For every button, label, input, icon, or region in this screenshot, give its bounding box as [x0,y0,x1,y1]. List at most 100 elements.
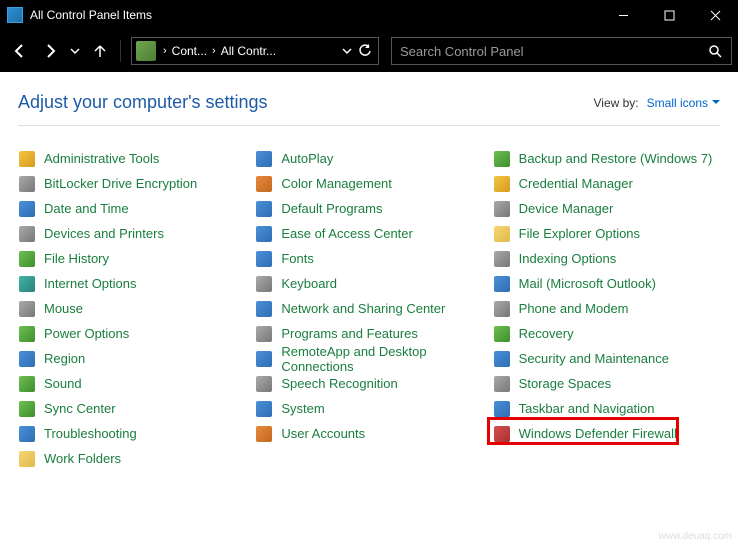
item-label: Phone and Modem [519,301,629,316]
item-label: Windows Defender Firewall [519,426,677,441]
close-button[interactable] [692,0,738,30]
back-button[interactable] [6,37,34,65]
control-panel-item[interactable]: Troubleshooting [18,421,245,446]
search-box[interactable] [391,37,732,65]
item-icon [255,250,273,268]
control-panel-item[interactable]: Taskbar and Navigation [493,396,720,421]
view-by-control: View by: Small icons [594,96,721,110]
control-panel-item[interactable]: System [255,396,482,421]
control-panel-item[interactable]: BitLocker Drive Encryption [18,171,245,196]
control-panel-item[interactable]: Work Folders [18,446,245,471]
control-panel-item[interactable]: Indexing Options [493,246,720,271]
breadcrumb-all-items[interactable]: All Contr... [219,44,278,58]
maximize-button[interactable] [646,0,692,30]
control-panel-item[interactable]: Sound [18,371,245,396]
control-panel-item[interactable]: Administrative Tools [18,146,245,171]
item-icon [493,275,511,293]
control-panel-item[interactable]: Storage Spaces [493,371,720,396]
item-icon [493,200,511,218]
control-panel-item[interactable]: Devices and Printers [18,221,245,246]
search-icon[interactable] [699,44,731,58]
item-label: Taskbar and Navigation [519,401,655,416]
control-panel-item[interactable]: File Explorer Options [493,221,720,246]
control-panel-item[interactable]: Network and Sharing Center [255,296,482,321]
control-panel-item[interactable]: Speech Recognition [255,371,482,396]
control-panel-item[interactable]: Mail (Microsoft Outlook) [493,271,720,296]
control-panel-item[interactable]: Region [18,346,245,371]
control-panel-item[interactable]: Backup and Restore (Windows 7) [493,146,720,171]
control-panel-item[interactable]: Color Management [255,171,482,196]
item-icon [18,150,36,168]
item-icon [255,150,273,168]
item-label: Default Programs [281,201,382,216]
view-by-value: Small icons [647,96,708,110]
item-label: Programs and Features [281,326,418,341]
item-label: Speech Recognition [281,376,397,391]
control-panel-item[interactable]: File History [18,246,245,271]
control-panel-item[interactable]: Windows Defender Firewall [493,421,720,446]
item-label: Internet Options [44,276,137,291]
item-label: BitLocker Drive Encryption [44,176,197,191]
control-panel-item[interactable]: Ease of Access Center [255,221,482,246]
item-label: Administrative Tools [44,151,159,166]
item-label: Backup and Restore (Windows 7) [519,151,713,166]
control-panel-item[interactable]: Mouse [18,296,245,321]
item-icon [18,175,36,193]
control-panel-item[interactable]: Security and Maintenance [493,346,720,371]
item-label: Work Folders [44,451,121,466]
control-panel-item[interactable]: Fonts [255,246,482,271]
control-panel-item[interactable]: AutoPlay [255,146,482,171]
item-label: Devices and Printers [44,226,164,241]
control-panel-item[interactable]: Sync Center [18,396,245,421]
control-panel-item[interactable]: Internet Options [18,271,245,296]
breadcrumb-chevron-icon[interactable]: › [209,45,219,57]
control-panel-item[interactable]: Device Manager [493,196,720,221]
item-icon [255,375,273,393]
control-panel-item[interactable]: Keyboard [255,271,482,296]
nav-separator [120,40,121,62]
item-label: Network and Sharing Center [281,301,445,316]
search-input[interactable] [392,44,699,59]
item-icon [255,225,273,243]
item-icon [255,275,273,293]
control-panel-item[interactable]: Default Programs [255,196,482,221]
forward-button[interactable] [36,37,64,65]
control-panel-item[interactable]: User Accounts [255,421,482,446]
view-by-dropdown[interactable]: Small icons [647,96,720,110]
address-bar[interactable]: › Cont... › All Contr... [131,37,379,65]
navigation-bar: › Cont... › All Contr... [0,30,738,72]
control-panel-item[interactable]: Date and Time [18,196,245,221]
item-icon [493,175,511,193]
content-area: Adjust your computer's settings View by:… [0,72,738,471]
item-icon [493,250,511,268]
control-panel-item[interactable]: Credential Manager [493,171,720,196]
control-panel-item[interactable]: Phone and Modem [493,296,720,321]
up-button[interactable] [86,37,114,65]
breadcrumb-chevron-icon[interactable]: › [160,45,170,57]
control-panel-item[interactable]: Power Options [18,321,245,346]
item-label: Region [44,351,85,366]
control-panel-item[interactable]: Recovery [493,321,720,346]
control-panel-item[interactable]: RemoteApp and Desktop Connections [255,346,482,371]
item-label: Mail (Microsoft Outlook) [519,276,656,291]
control-panel-item[interactable]: Programs and Features [255,321,482,346]
item-icon [493,425,511,443]
view-by-label: View by: [594,96,639,110]
minimize-button[interactable] [600,0,646,30]
window-title: All Control Panel Items [30,8,600,22]
breadcrumb-control-panel[interactable]: Cont... [170,44,209,58]
item-label: Power Options [44,326,129,341]
item-icon [255,325,273,343]
item-icon [493,350,511,368]
item-label: Ease of Access Center [281,226,413,241]
item-icon [18,425,36,443]
item-label: Credential Manager [519,176,633,191]
item-icon [493,375,511,393]
refresh-icon[interactable] [358,44,372,58]
item-icon [18,275,36,293]
item-label: File History [44,251,109,266]
item-label: Color Management [281,176,392,191]
control-panel-icon [7,7,23,23]
address-dropdown-icon[interactable] [342,46,352,56]
history-dropdown-button[interactable] [66,37,84,65]
